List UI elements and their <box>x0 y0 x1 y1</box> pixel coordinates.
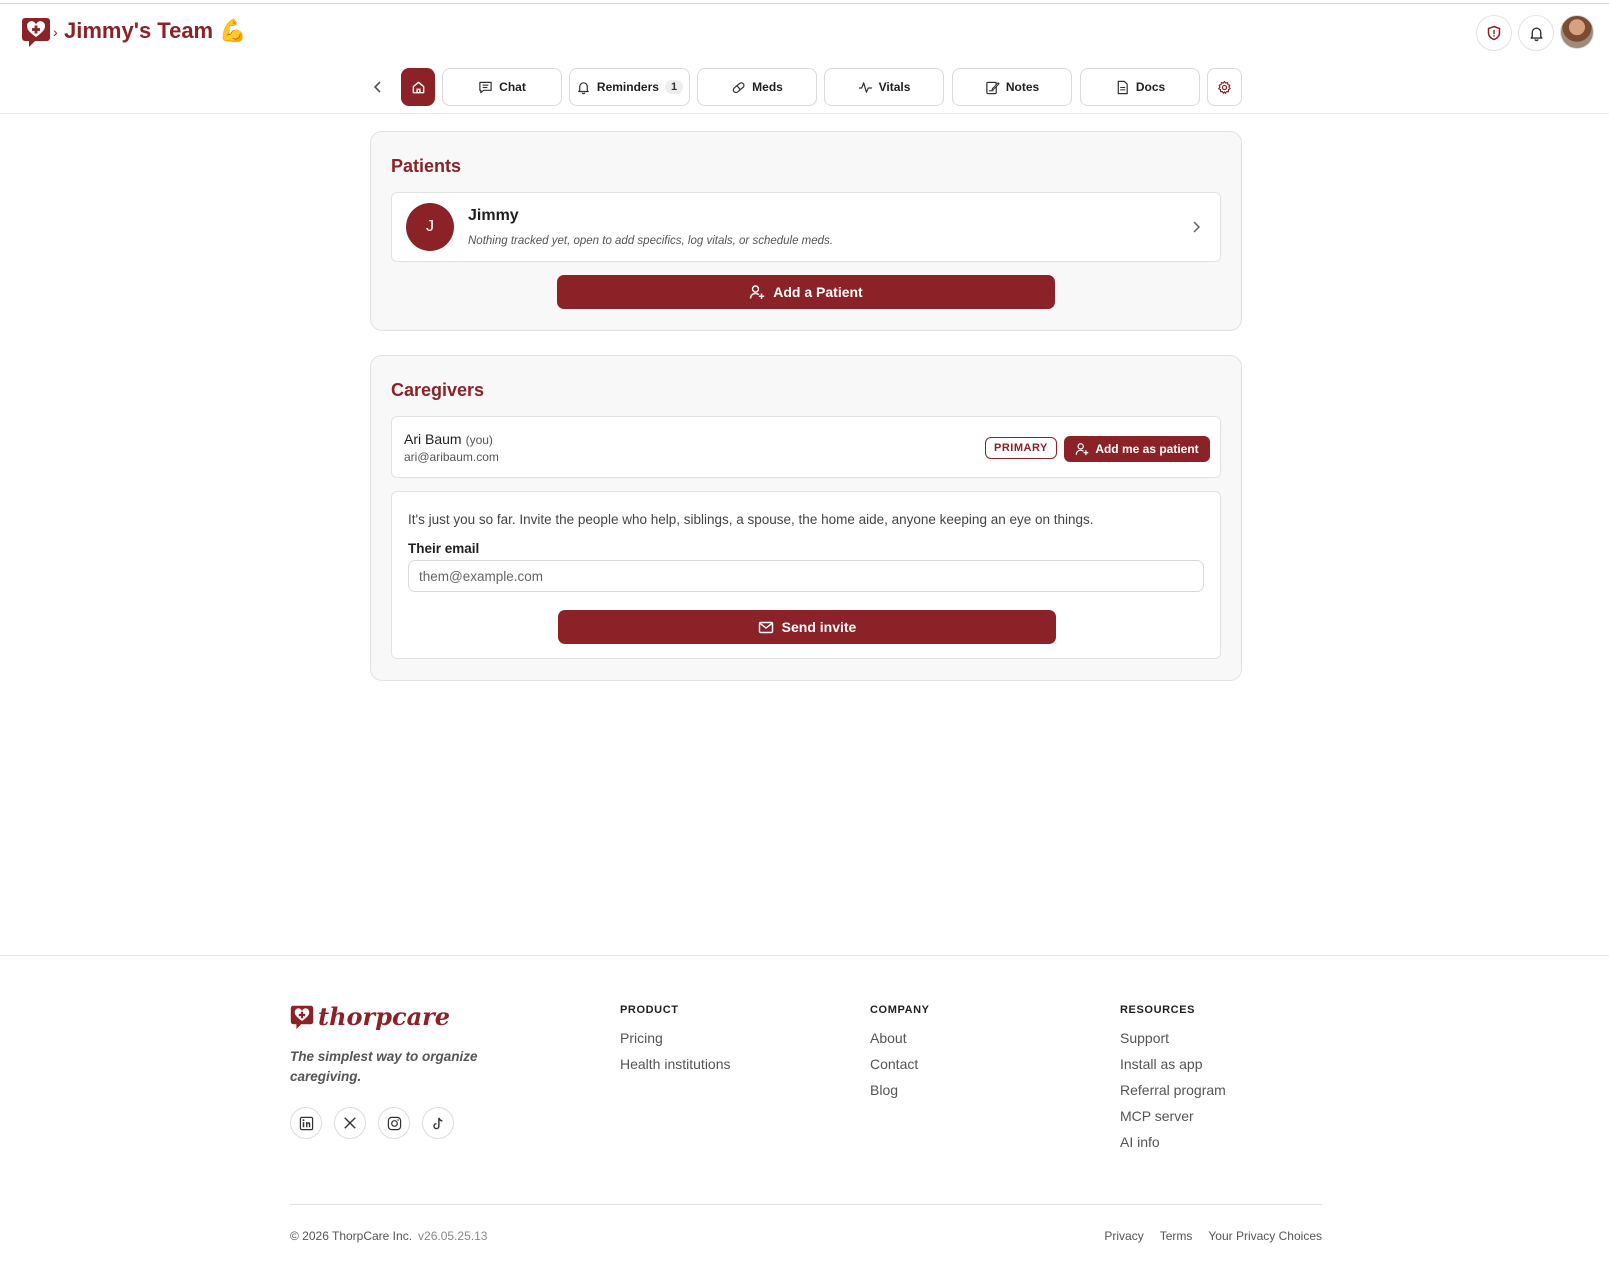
patient-row[interactable]: J Jimmy Nothing tracked yet, open to add… <box>391 192 1221 262</box>
tab-settings[interactable] <box>1207 68 1242 106</box>
invite-panel: It's just you so far. Invite the people … <box>391 491 1221 659</box>
invite-description: It's just you so far. Invite the people … <box>408 512 1094 527</box>
add-me-as-patient-label: Add me as patient <box>1095 442 1199 456</box>
notes-icon <box>986 81 1000 94</box>
patient-avatar: J <box>406 203 454 251</box>
footer-brand-name: thorpcare <box>318 1002 451 1031</box>
breadcrumb-separator: › <box>53 24 58 40</box>
tab-vitals[interactable]: Vitals <box>824 68 944 106</box>
tab-reminders[interactable]: Reminders 1 <box>569 68 690 106</box>
logo-icon[interactable] <box>21 16 51 48</box>
footer-link-install-app[interactable]: Install as app <box>1120 1056 1226 1072</box>
tab-reminders-label: Reminders <box>596 80 659 94</box>
notifications-button[interactable] <box>1518 15 1554 51</box>
footer-link-blog[interactable]: Blog <box>870 1082 930 1098</box>
footer-heading-company: COMPANY <box>870 1004 930 1016</box>
copyright-text: © 2026 ThorpCare Inc. <box>290 1229 413 1243</box>
tiktok-icon[interactable] <box>422 1107 454 1139</box>
team-title[interactable]: Jimmy's Team 💪 <box>64 18 247 44</box>
copyright: © 2026 ThorpCare Inc. v26.05.25.13 <box>290 1229 487 1243</box>
patient-summary: Nothing tracked yet, open to add specifi… <box>468 235 834 247</box>
footer-link-privacy-choices[interactable]: Your Privacy Choices <box>1208 1229 1322 1243</box>
document-icon <box>1117 80 1128 94</box>
invite-email-input[interactable] <box>408 560 1204 592</box>
add-patient-button[interactable]: Add a Patient <box>557 275 1055 309</box>
tab-notes[interactable]: Notes <box>952 68 1072 106</box>
email-field-label: Their email <box>408 541 480 556</box>
header-divider <box>0 113 1609 114</box>
add-patient-label: Add a Patient <box>773 284 863 300</box>
legal-links: Privacy Terms Your Privacy Choices <box>1104 1229 1322 1243</box>
chevron-left-icon[interactable] <box>370 78 386 96</box>
tab-meds-label: Meds <box>752 80 783 94</box>
x-icon[interactable] <box>334 1107 366 1139</box>
footer-heading-resources: RESOURCES <box>1120 1004 1196 1016</box>
caregivers-card: Caregivers Ari Baum (you) ari@aribaum.com… <box>370 355 1242 681</box>
bell-icon <box>578 81 589 94</box>
footer-tagline: The simplest way to organize caregiving. <box>290 1049 478 1084</box>
tab-chat[interactable]: Chat <box>442 68 562 106</box>
tab-vitals-label: Vitals <box>878 80 911 94</box>
footer-heading-product: PRODUCT <box>620 1004 679 1016</box>
footer-link-privacy[interactable]: Privacy <box>1104 1229 1143 1243</box>
linkedin-icon[interactable] <box>290 1107 322 1139</box>
pill-icon <box>732 81 745 93</box>
footer-link-pricing[interactable]: Pricing <box>620 1030 731 1046</box>
user-avatar[interactable] <box>1560 15 1594 49</box>
chevron-right-icon <box>1193 221 1201 233</box>
send-invite-button[interactable]: Send invite <box>558 610 1056 644</box>
home-icon <box>412 81 424 93</box>
footer-column-company: COMPANY About Contact Blog <box>870 1004 930 1108</box>
tab-chat-label: Chat <box>499 80 526 94</box>
patient-name: Jimmy <box>468 207 519 224</box>
caregivers-title: Caregivers <box>391 380 485 400</box>
add-me-as-patient-button[interactable]: Add me as patient <box>1064 436 1210 462</box>
footer-link-mcp-server[interactable]: MCP server <box>1120 1108 1226 1124</box>
tab-docs[interactable]: Docs <box>1080 68 1200 106</box>
caregiver-you-tag: (you) <box>465 433 493 447</box>
footer-link-health-institutions[interactable]: Health institutions <box>620 1056 731 1072</box>
instagram-icon[interactable] <box>378 1107 410 1139</box>
footer-link-ai-info[interactable]: AI info <box>1120 1134 1226 1150</box>
app-version: v26.05.25.13 <box>418 1229 488 1243</box>
footer-link-referral-program[interactable]: Referral program <box>1120 1082 1226 1098</box>
footer-divider <box>0 955 1609 956</box>
tab-meds[interactable]: Meds <box>697 68 817 106</box>
caregiver-name: Ari Baum <box>404 431 462 447</box>
primary-badge: PRIMARY <box>985 437 1057 459</box>
patients-title: Patients <box>391 156 462 176</box>
shield-icon <box>1487 25 1501 41</box>
footer-link-terms[interactable]: Terms <box>1160 1229 1193 1243</box>
user-plus-icon <box>1076 443 1089 456</box>
tab-home[interactable] <box>401 68 435 106</box>
privacy-shield-button[interactable] <box>1476 15 1512 51</box>
patients-card: Patients J Jimmy Nothing tracked yet, op… <box>370 131 1242 331</box>
footer-link-support[interactable]: Support <box>1120 1030 1226 1046</box>
send-invite-label: Send invite <box>781 619 857 635</box>
caregiver-email: ari@aribaum.com <box>404 450 499 464</box>
pulse-icon <box>858 81 872 93</box>
footer-column-product: PRODUCT Pricing Health institutions <box>620 1004 731 1082</box>
logo-icon <box>290 1005 314 1029</box>
footer-link-contact[interactable]: Contact <box>870 1056 930 1072</box>
chat-icon <box>479 81 492 93</box>
footer-rule <box>290 1204 1322 1205</box>
footer-link-about[interactable]: About <box>870 1030 930 1046</box>
bell-icon <box>1529 27 1543 41</box>
footer-column-resources: RESOURCES Support Install as app Referra… <box>1120 1004 1226 1160</box>
footer-logo[interactable]: thorpcare <box>290 1002 450 1031</box>
user-plus-icon <box>750 285 765 299</box>
tab-docs-label: Docs <box>1135 80 1166 94</box>
caregiver-row: Ari Baum (you) ari@aribaum.com PRIMARY Ad… <box>391 416 1221 478</box>
reminders-count-badge: 1 <box>664 80 684 94</box>
app-header: › Jimmy's Team 💪 <box>0 0 1609 64</box>
tab-notes-label: Notes <box>1005 80 1040 94</box>
mail-icon <box>758 621 773 634</box>
gear-icon <box>1218 80 1231 94</box>
